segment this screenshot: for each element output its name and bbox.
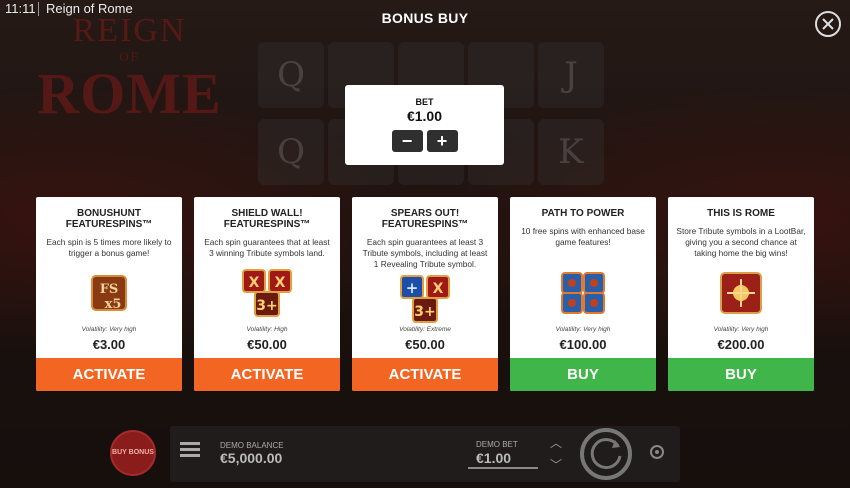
- chevron-up-icon[interactable]: ︿: [548, 432, 564, 454]
- activate-button[interactable]: ACTIVATE: [352, 358, 498, 391]
- card-volatility: Volatility: Extreme: [399, 326, 451, 333]
- shields-blue-icon: [510, 267, 656, 319]
- buy-button[interactable]: BUY: [510, 358, 656, 391]
- shield-3plus-icon: X X 3+: [194, 267, 340, 319]
- autoplay-icon[interactable]: [648, 443, 666, 461]
- demo-bet-value: €1.00: [476, 450, 512, 466]
- bonus-card-shield-wall: SHIELD WALL! FEATURESPINS™ Each spin gua…: [194, 197, 340, 391]
- card-description: Store Tribute symbols in a LootBar, givi…: [676, 226, 806, 258]
- bonus-card-bonushunt: BONUSHUNT FEATURESPINS™ Each spin is 5 t…: [36, 197, 182, 391]
- card-volatility: Volatility: Very high: [713, 326, 769, 333]
- card-title: PATH TO POWER: [541, 208, 625, 219]
- card-title: BONUSHUNT FEATURESPINS™: [65, 208, 153, 230]
- buy-bonus-button[interactable]: BUY BONUS: [110, 430, 156, 476]
- activate-button[interactable]: ACTIVATE: [36, 358, 182, 391]
- spin-button[interactable]: [580, 428, 632, 480]
- card-title: SHIELD WALL! FEATURESPINS™: [223, 208, 311, 230]
- fs-x5-icon: FS x5: [36, 267, 182, 319]
- chevron-down-icon[interactable]: ﹀: [548, 454, 564, 476]
- svg-text:X: X: [433, 281, 444, 297]
- bet-underline: [468, 467, 538, 469]
- close-button[interactable]: [815, 11, 841, 37]
- spears-3plus-icon: + X 3+: [352, 273, 498, 325]
- svg-text:3+: 3+: [414, 304, 435, 320]
- bet-decrease-button[interactable]: −: [391, 130, 423, 152]
- card-volatility: Volatility: High: [246, 326, 288, 333]
- svg-text:X: X: [275, 275, 286, 291]
- svg-text:FS: FS: [100, 282, 119, 297]
- card-volatility: Volatility: Very high: [555, 326, 611, 333]
- bottom-bar: BUY BONUS DEMO BALANCE €5,000.00 DEMO BE…: [0, 420, 850, 488]
- buy-button[interactable]: BUY: [668, 358, 814, 391]
- activate-button[interactable]: ACTIVATE: [194, 358, 340, 391]
- card-price: €50.00: [405, 337, 445, 352]
- bet-label: BET: [415, 97, 434, 107]
- card-price: €3.00: [92, 337, 126, 352]
- card-price: €100.00: [559, 337, 607, 352]
- card-description: Each spin is 5 times more likely to trig…: [46, 237, 172, 258]
- card-price: €50.00: [247, 337, 287, 352]
- menu-icon[interactable]: [180, 442, 200, 460]
- card-price: €200.00: [717, 337, 765, 352]
- spin-arrow-icon: [590, 438, 622, 470]
- card-volatility: Volatility: Very high: [81, 326, 137, 333]
- bonus-buy-options: BONUSHUNT FEATURESPINS™ Each spin is 5 t…: [36, 197, 815, 391]
- bet-stepper[interactable]: ︿ ﹀: [548, 432, 564, 476]
- svg-text:x5: x5: [105, 297, 122, 312]
- card-description: Each spin guarantees that at least 3 win…: [204, 237, 330, 258]
- bet-buttons: − +: [345, 130, 504, 152]
- bonus-card-spears-out: SPEARS OUT! FEATURESPINS™ Each spin guar…: [352, 197, 498, 391]
- card-description: 10 free spins with enhanced base game fe…: [521, 226, 645, 247]
- close-icon: [822, 18, 834, 30]
- bet-value: €1.00: [406, 108, 443, 124]
- balance-label: DEMO BALANCE: [220, 441, 284, 450]
- card-description: Each spin guarantees at least 3 Tribute …: [362, 237, 488, 269]
- svg-text:X: X: [249, 275, 260, 291]
- lootbar-shield-icon: [668, 267, 814, 319]
- svg-text:3+: 3+: [256, 298, 277, 314]
- bet-selector: BET €1.00 − +: [345, 85, 504, 165]
- page-title: BONUS BUY: [381, 10, 469, 26]
- demo-bet-label: DEMO BET: [476, 440, 518, 449]
- card-title: SPEARS OUT! FEATURESPINS™: [381, 208, 469, 230]
- card-title: THIS IS ROME: [707, 208, 775, 219]
- bonus-card-path-to-power: PATH TO POWER 10 free spins with enhance…: [510, 197, 656, 391]
- bet-increase-button[interactable]: +: [426, 130, 458, 152]
- balance-value: €5,000.00: [220, 450, 283, 466]
- svg-text:+: +: [406, 279, 419, 297]
- bonus-card-this-is-rome: THIS IS ROME Store Tribute symbols in a …: [668, 197, 814, 391]
